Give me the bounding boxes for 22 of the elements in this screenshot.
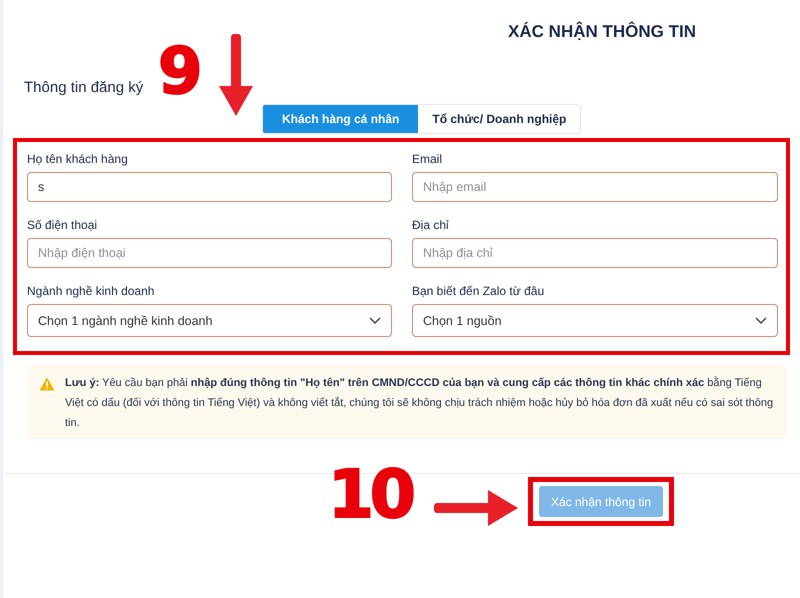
dropdown[interactable]: Chọn 1 nguồn xyxy=(412,304,778,337)
chevron-down-icon xyxy=(755,316,767,324)
arrow-right-icon xyxy=(434,490,518,526)
input-field[interactable]: Nhập điện thoại xyxy=(27,238,392,268)
page-title: XÁC NHẬN THÔNG TIN xyxy=(508,22,696,43)
dropdown[interactable]: Chọn 1 ngành nghề kinh doanh xyxy=(27,304,392,337)
input-field[interactable]: Nhập email xyxy=(412,172,778,202)
field-label: Họ tên khách hàng xyxy=(27,152,129,166)
step-number: 9 xyxy=(158,40,203,104)
field-label: Ngành nghề kinh doanh xyxy=(27,284,156,298)
field-label: Email xyxy=(412,152,444,166)
input-field[interactable]: s xyxy=(27,172,392,202)
input-field[interactable]: Nhập địa chỉ xyxy=(412,238,778,268)
warning-icon xyxy=(39,377,55,391)
step-number: 10 xyxy=(328,462,412,528)
notice-text: Lưu ý: Yêu cầu bạn phải nhập đúng thông tin "Họ tên" trên CMND/CCCD của bạn và cung cấp các thông tin khác chính xác bằng Tiếng Việt có dấu (đối với thông tin Tiếng Việt) và không viết tắt, chúng tôi sẽ không chịu trách nhiệm hoặc hủy bỏ hóa đơn đã xuất nếu có sai sót thông tin. xyxy=(65,376,774,431)
arrow-down-icon xyxy=(219,34,253,116)
chevron-down-icon xyxy=(369,316,381,324)
field-label: Số điện thoại xyxy=(27,218,98,232)
field-label: Bạn biết đến Zalo từ đâu xyxy=(412,284,546,298)
field-label: Địa chỉ xyxy=(412,218,450,232)
section-title: Thông tin đăng ký xyxy=(24,79,144,96)
